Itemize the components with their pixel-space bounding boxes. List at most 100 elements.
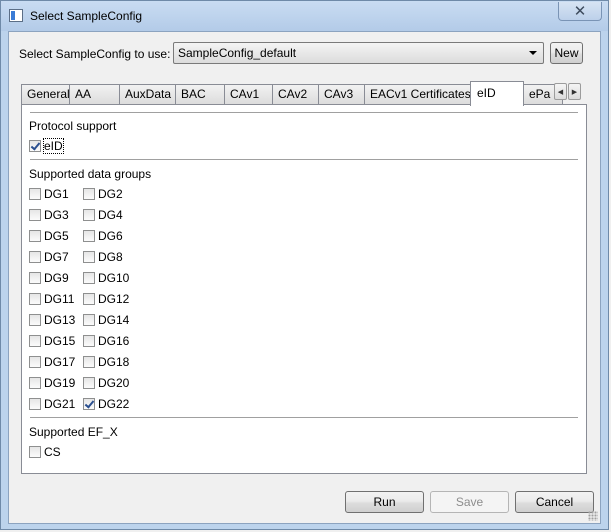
checkbox-row-dg4[interactable]: DG4 (83, 208, 123, 222)
dg15-checkbox-label[interactable]: DG15 (44, 334, 75, 348)
dg11-checkbox[interactable] (29, 293, 41, 305)
dg19-checkbox-label[interactable]: DG19 (44, 376, 75, 390)
dg12-checkbox-label[interactable]: DG12 (98, 292, 129, 306)
checkbox-row-dg3[interactable]: DG3 (29, 208, 69, 222)
checkbox-row-dg21[interactable]: DG21 (29, 397, 75, 411)
checkbox-row-dg5[interactable]: DG5 (29, 229, 69, 243)
dg6-checkbox[interactable] (83, 230, 95, 242)
dg4-checkbox[interactable] (83, 209, 95, 221)
dg8-checkbox-label[interactable]: DG8 (98, 250, 123, 264)
dg20-checkbox[interactable] (83, 377, 95, 389)
dg16-checkbox[interactable] (83, 335, 95, 347)
tab-general[interactable]: General (21, 84, 70, 105)
eid-checkbox[interactable] (29, 140, 41, 152)
checkbox-row-dg19[interactable]: DG19 (29, 376, 75, 390)
checkbox-row-dg2[interactable]: DG2 (83, 187, 123, 201)
tab-bac[interactable]: BAC (175, 84, 225, 105)
divider (30, 159, 578, 160)
run-button[interactable]: Run (345, 491, 424, 513)
dg12-checkbox[interactable] (83, 293, 95, 305)
dg6-checkbox-label[interactable]: DG6 (98, 229, 123, 243)
dialog-body: Select SampleConfig to use: SampleConfig… (8, 31, 601, 524)
dg15-checkbox[interactable] (29, 335, 41, 347)
cs-checkbox-row[interactable]: CS (29, 445, 61, 459)
tab-scroll-left-icon[interactable]: ◀ (554, 83, 567, 100)
dg22-checkbox-label[interactable]: DG22 (98, 397, 129, 411)
tab-eacv1-certificates[interactable]: EACv1 Certificates (364, 84, 471, 105)
tab-auxdata[interactable]: AuxData (119, 84, 176, 105)
checkbox-row-dg9[interactable]: DG9 (29, 271, 69, 285)
checkbox-row-dg14[interactable]: DG14 (83, 313, 129, 327)
checkbox-row-dg6[interactable]: DG6 (83, 229, 123, 243)
dg2-checkbox-label[interactable]: DG2 (98, 187, 123, 201)
dg22-checkbox[interactable] (83, 398, 95, 410)
dg9-checkbox[interactable] (29, 272, 41, 284)
dg14-checkbox-label[interactable]: DG14 (98, 313, 129, 327)
dg3-checkbox[interactable] (29, 209, 41, 221)
dg11-checkbox-label[interactable]: DG11 (44, 292, 74, 306)
tab-scroll-right-icon[interactable]: ▶ (568, 83, 581, 100)
cs-checkbox[interactable] (29, 446, 41, 458)
checkbox-row-dg12[interactable]: DG12 (83, 292, 129, 306)
dg8-checkbox[interactable] (83, 251, 95, 263)
dg13-checkbox[interactable] (29, 314, 41, 326)
config-select-dropdown[interactable]: SampleConfig_default (173, 42, 544, 64)
tab-cav2[interactable]: CAv2 (272, 84, 319, 105)
tab-cav3[interactable]: CAv3 (318, 84, 365, 105)
dg18-checkbox-label[interactable]: DG18 (98, 355, 129, 369)
eid-tab-panel: Protocol support eID Supported data grou… (21, 104, 587, 474)
dg21-checkbox-label[interactable]: DG21 (44, 397, 75, 411)
dg20-checkbox-label[interactable]: DG20 (98, 376, 129, 390)
dg10-checkbox-label[interactable]: DG10 (98, 271, 129, 285)
checkbox-row-dg17[interactable]: DG17 (29, 355, 75, 369)
checkbox-row-dg10[interactable]: DG10 (83, 271, 129, 285)
dg5-checkbox[interactable] (29, 230, 41, 242)
dg4-checkbox-label[interactable]: DG4 (98, 208, 123, 222)
config-select-label: Select SampleConfig to use: (19, 47, 171, 61)
checkbox-row-dg13[interactable]: DG13 (29, 313, 75, 327)
dg16-checkbox-label[interactable]: DG16 (98, 334, 129, 348)
checkbox-row-dg7[interactable]: DG7 (29, 250, 69, 264)
dg21-checkbox[interactable] (29, 398, 41, 410)
title-bar[interactable]: Select SampleConfig ✕ (1, 1, 608, 31)
checkbox-row-dg1[interactable]: DG1 (29, 187, 69, 201)
config-select-value: SampleConfig_default (178, 46, 297, 60)
resize-grip[interactable] (588, 511, 598, 521)
eid-checkbox-label[interactable]: eID (43, 138, 64, 154)
dg7-checkbox-label[interactable]: DG7 (44, 250, 69, 264)
checkbox-row-dg15[interactable]: DG15 (29, 334, 75, 348)
new-button[interactable]: New (550, 42, 583, 64)
dg7-checkbox[interactable] (29, 251, 41, 263)
window-title: Select SampleConfig (30, 9, 143, 23)
tab-aa[interactable]: AA (69, 84, 120, 105)
dg2-checkbox[interactable] (83, 188, 95, 200)
tab-cav1[interactable]: CAv1 (224, 84, 273, 105)
eid-checkbox-row[interactable]: eID (29, 138, 64, 154)
window-icon (9, 9, 23, 22)
dg1-checkbox-label[interactable]: DG1 (44, 187, 69, 201)
dg18-checkbox[interactable] (83, 356, 95, 368)
dg10-checkbox[interactable] (83, 272, 95, 284)
chevron-down-icon (529, 51, 537, 55)
divider (30, 417, 578, 418)
dg14-checkbox[interactable] (83, 314, 95, 326)
cs-checkbox-label[interactable]: CS (44, 445, 61, 459)
cancel-button[interactable]: Cancel (515, 491, 594, 513)
save-button[interactable]: Save (430, 491, 509, 513)
checkbox-row-dg16[interactable]: DG16 (83, 334, 129, 348)
dg13-checkbox-label[interactable]: DG13 (44, 313, 75, 327)
dg17-checkbox[interactable] (29, 356, 41, 368)
dg19-checkbox[interactable] (29, 377, 41, 389)
dg5-checkbox-label[interactable]: DG5 (44, 229, 69, 243)
checkbox-row-dg20[interactable]: DG20 (83, 376, 129, 390)
dg3-checkbox-label[interactable]: DG3 (44, 208, 69, 222)
close-button[interactable]: ✕ (558, 2, 602, 21)
checkbox-row-dg8[interactable]: DG8 (83, 250, 123, 264)
dg9-checkbox-label[interactable]: DG9 (44, 271, 69, 285)
checkbox-row-dg22[interactable]: DG22 (83, 397, 129, 411)
tab-eid[interactable]: eID (470, 81, 524, 106)
checkbox-row-dg18[interactable]: DG18 (83, 355, 129, 369)
dg17-checkbox-label[interactable]: DG17 (44, 355, 75, 369)
dg1-checkbox[interactable] (29, 188, 41, 200)
checkbox-row-dg11[interactable]: DG11 (29, 292, 74, 306)
